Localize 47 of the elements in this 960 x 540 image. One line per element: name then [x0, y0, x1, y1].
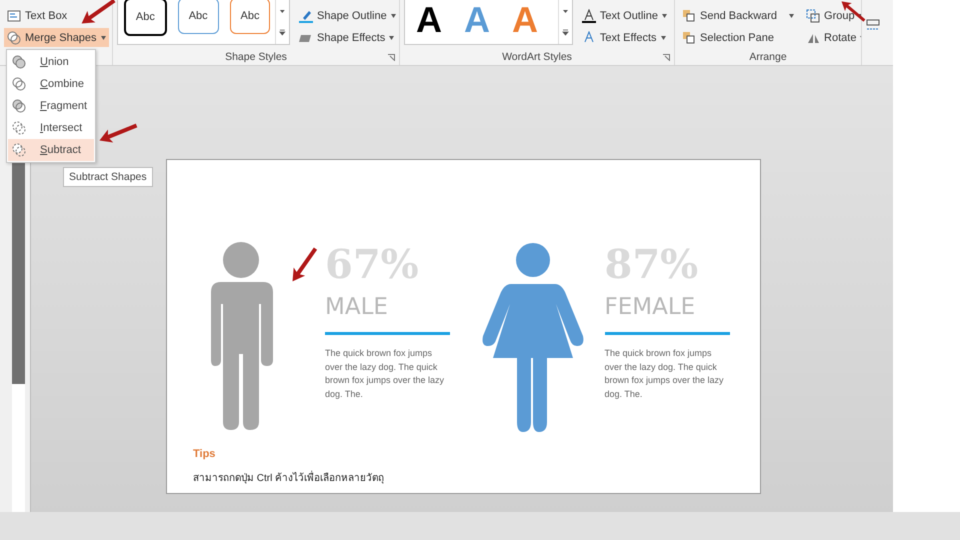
- caret-icon: [100, 36, 106, 40]
- shape-effects-button[interactable]: Shape Effects: [296, 28, 399, 47]
- shape-style-swatch[interactable]: Abc: [124, 0, 167, 36]
- merge-shapes-icon: [12, 55, 26, 69]
- dialog-launcher-icon[interactable]: [388, 54, 395, 61]
- group-label: Shape Styles: [113, 51, 399, 65]
- text-outline-button[interactable]: Text Outline: [578, 6, 670, 25]
- merge-shapes-icon: [12, 121, 26, 135]
- layers-icon: [682, 30, 696, 44]
- merge-shapes-icon: [7, 30, 21, 44]
- rotate-button[interactable]: Rotate: [803, 28, 861, 47]
- gender-label: FEMALE: [604, 294, 696, 320]
- group-label: Arrange: [748, 51, 788, 65]
- shape-style-swatch[interactable]: Abc: [230, 0, 270, 34]
- text-box-button[interactable]: Text Box: [4, 6, 109, 25]
- merge-shapes-icon: [12, 99, 26, 113]
- description-text: The quick brown fox jumps over the lazy dog. The quick brown fox jumps over the lazy dog. The.: [604, 347, 725, 401]
- dialog-launcher-icon[interactable]: [663, 54, 670, 61]
- group-button[interactable]: Group: [803, 6, 861, 25]
- tooltip: Subtract Shapes: [63, 167, 153, 187]
- selection-pane-button[interactable]: Selection Pane: [679, 28, 798, 47]
- text-effects-icon: [582, 30, 596, 44]
- shape-style-swatch[interactable]: Abc: [178, 0, 219, 34]
- group-icon: [806, 8, 820, 22]
- tips-heading: Tips: [193, 448, 216, 460]
- menu-item[interactable]: Subtract: [8, 139, 94, 161]
- layers-icon: [682, 8, 696, 22]
- merge-shapes-icon: [12, 143, 26, 157]
- send-backward-button[interactable]: Send Backward: [679, 6, 798, 25]
- text-outline-icon: [582, 8, 596, 22]
- caret-icon: [389, 36, 394, 40]
- gender-label: MALE: [325, 294, 389, 320]
- caret-icon: [662, 14, 667, 18]
- tips-text: สามารถกดปุ่ม Ctrl ค้างไว้เพื่อเลือกหลายวัตถุ: [193, 470, 760, 485]
- text-effects-button[interactable]: Text Effects: [578, 28, 670, 47]
- description-text: The quick brown fox jumps over the lazy dog. The quick brown fox jumps over the lazy dog. The.: [325, 347, 446, 401]
- align-icon[interactable]: [866, 18, 880, 32]
- merge-shapes-icon: [12, 77, 26, 91]
- pencil-icon: [299, 8, 313, 22]
- caret-icon: [390, 14, 396, 18]
- merge-shapes-button[interactable]: Merge Shapes: [4, 28, 109, 47]
- shape-outline-button[interactable]: Shape Outline: [296, 6, 399, 25]
- wordart-style-swatch[interactable]: A: [405, 0, 453, 44]
- group-label: WordArt Styles: [400, 51, 674, 65]
- text-box-icon: [7, 8, 21, 22]
- caret-icon: [789, 14, 794, 18]
- caret-icon: [660, 36, 666, 40]
